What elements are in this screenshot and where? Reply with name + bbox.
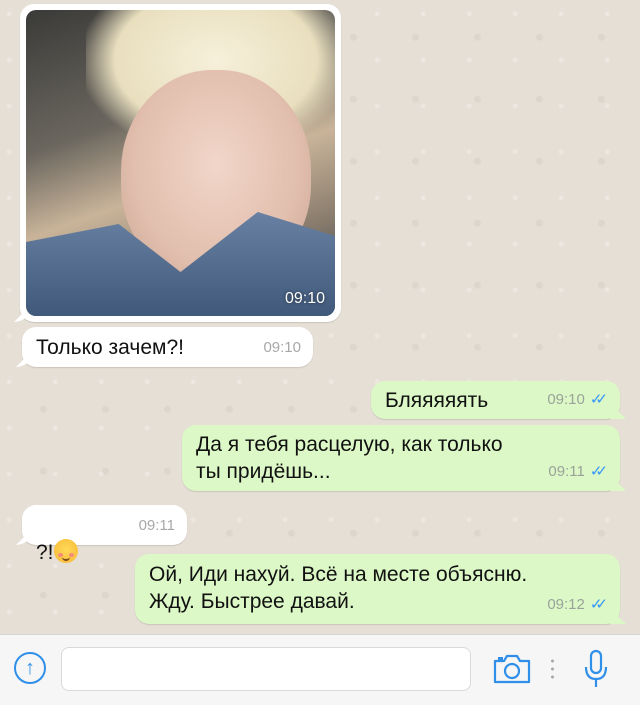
outgoing-message[interactable]: Бляяяяять 09:10 ✓✓ [371,381,620,419]
message-text: ?! [36,541,54,564]
message-time: 09:11 [138,517,175,534]
incoming-message[interactable]: ?! 09:11 [22,505,187,564]
outgoing-message[interactable]: Ой, Иди нахуй. Всё на месте объясню. Жду… [135,554,620,624]
message-text: Ой, Иди нахуй. Всё на месте объясню. Жду… [149,563,528,613]
message-meta: 09:11 [139,512,175,539]
message-input[interactable] [61,647,471,691]
message-meta: 09:12 ✓✓ [547,591,608,618]
photo[interactable]: 09:10 [26,10,335,316]
message-meta: 09:11 ✓✓ [548,458,608,485]
message-text: Бляяяяять [385,389,489,412]
message-time: 09:10 [547,391,585,408]
upload-arrow-icon[interactable]: ↑ [14,652,46,684]
double-check-icon: ✓✓ [589,391,608,408]
message-text: Да я тебя расцелую, как только ты придёш… [196,433,503,483]
input-bar: ↑ [0,634,640,705]
incoming-photo-message[interactable]: 09:10 [20,4,341,322]
outgoing-message[interactable]: Да я тебя расцелую, как только ты придёш… [182,425,620,491]
smiling-blushing-face-icon [53,539,78,563]
double-check-icon: ✓✓ [589,596,608,613]
microphone-icon[interactable] [583,649,609,689]
camera-icon[interactable] [492,653,532,685]
divider [551,657,554,681]
message-time: 09:12 [547,596,585,613]
message-meta: 09:10 [263,334,301,361]
message-time: 09:10 [284,290,325,307]
message-text-row: ?! [36,512,78,566]
message-time: 09:10 [263,339,301,356]
double-check-icon: ✓✓ [589,463,608,480]
message-text: Только зачем?! [36,336,184,359]
chat-area: 09:10 Только зачем?! 09:10 Бляяяяять 09:… [0,0,640,634]
message-time: 09:11 [548,463,585,480]
message-meta: 09:10 ✓✓ [547,386,608,413]
incoming-message[interactable]: Только зачем?! 09:10 [22,327,313,367]
